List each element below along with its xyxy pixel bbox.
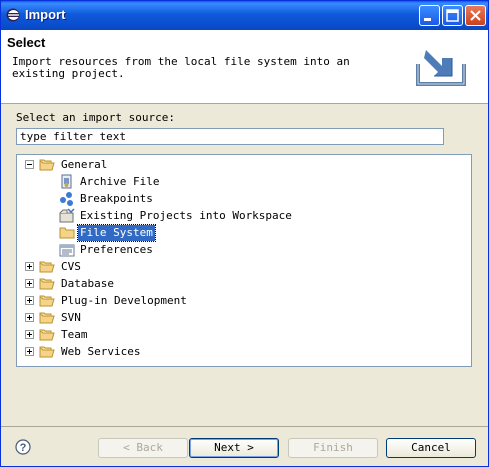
tree-label: Breakpoints [80, 192, 153, 205]
project-icon [59, 208, 75, 223]
tree-label: Archive File [80, 175, 160, 188]
tree-label: SVN [61, 311, 81, 324]
tree-node-svn[interactable]: SVN [17, 310, 467, 326]
expand-toggle[interactable] [25, 330, 34, 339]
tree-node-general[interactable]: General [17, 157, 467, 173]
tree-node-plugin-development[interactable]: Plug-in Development [17, 293, 467, 309]
folder-icon [39, 295, 55, 307]
tree-label: Plug-in Development [61, 294, 187, 307]
title-bar[interactable]: Import [1, 1, 488, 30]
window-title: Import [25, 7, 66, 22]
tree-node-archive-file[interactable]: Archive File [17, 174, 467, 190]
tree-label: CVS [61, 260, 81, 273]
import-source-tree[interactable]: General Archive File Breakpoints Existin… [16, 154, 472, 367]
tree-node-cvs[interactable]: CVS [17, 259, 467, 275]
filter-input[interactable]: type filter text [16, 128, 444, 145]
separator [1, 426, 488, 427]
folder-icon [39, 312, 55, 324]
tree-label: General [61, 158, 108, 171]
import-source-label: Select an import source: [16, 111, 175, 124]
expand-toggle[interactable] [25, 313, 34, 322]
help-icon[interactable]: ? [15, 439, 31, 455]
expand-toggle[interactable] [25, 296, 34, 305]
tree-node-database[interactable]: Database [17, 276, 467, 292]
back-button[interactable]: < Back [98, 438, 188, 458]
tree-label: Web Services [61, 345, 141, 358]
maximize-icon [446, 9, 459, 22]
archive-icon [61, 174, 72, 189]
close-icon [470, 10, 481, 21]
preferences-icon [59, 244, 75, 257]
minimize-button[interactable] [419, 5, 440, 26]
wizard-header: Select Import resources from the local f… [1, 30, 488, 104]
folder-open-icon [39, 159, 55, 171]
expand-toggle[interactable] [25, 347, 34, 356]
import-wizard-icon [416, 50, 466, 86]
page-description: Import resources from the local file sys… [12, 55, 350, 80]
eclipse-icon [6, 8, 20, 22]
page-title: Select [7, 35, 46, 50]
next-button[interactable]: Next > [189, 438, 279, 458]
collapse-toggle[interactable] [25, 160, 34, 169]
minimize-icon [424, 18, 431, 21]
expand-toggle[interactable] [25, 279, 34, 288]
maximize-button[interactable] [442, 5, 463, 26]
close-button[interactable] [465, 5, 486, 26]
tree-label: Team [61, 328, 88, 341]
folder-icon [39, 278, 55, 290]
tree-label: Database [61, 277, 114, 290]
cancel-button[interactable]: Cancel [386, 438, 476, 458]
folder-icon [39, 346, 55, 358]
tree-label: File System [77, 224, 156, 242]
expand-toggle[interactable] [25, 262, 34, 271]
breakpoints-icon [60, 192, 73, 206]
finish-button[interactable]: Finish [288, 438, 378, 458]
folder-icon [39, 261, 55, 273]
tree-node-team[interactable]: Team [17, 327, 467, 343]
folder-icon [39, 329, 55, 341]
tree-node-existing-projects[interactable]: Existing Projects into Workspace [17, 208, 467, 224]
tree-node-breakpoints[interactable]: Breakpoints [17, 191, 467, 207]
tree-node-web-services[interactable]: Web Services [17, 344, 467, 360]
folder-icon [59, 227, 75, 239]
tree-node-preferences[interactable]: Preferences [17, 242, 467, 258]
import-dialog: Import Select Import resources from the … [0, 0, 489, 467]
tree-label: Existing Projects into Workspace [80, 209, 292, 222]
tree-label: Preferences [80, 243, 153, 256]
tree-node-file-system[interactable]: File System [17, 224, 467, 242]
svg-text:?: ? [20, 442, 27, 454]
